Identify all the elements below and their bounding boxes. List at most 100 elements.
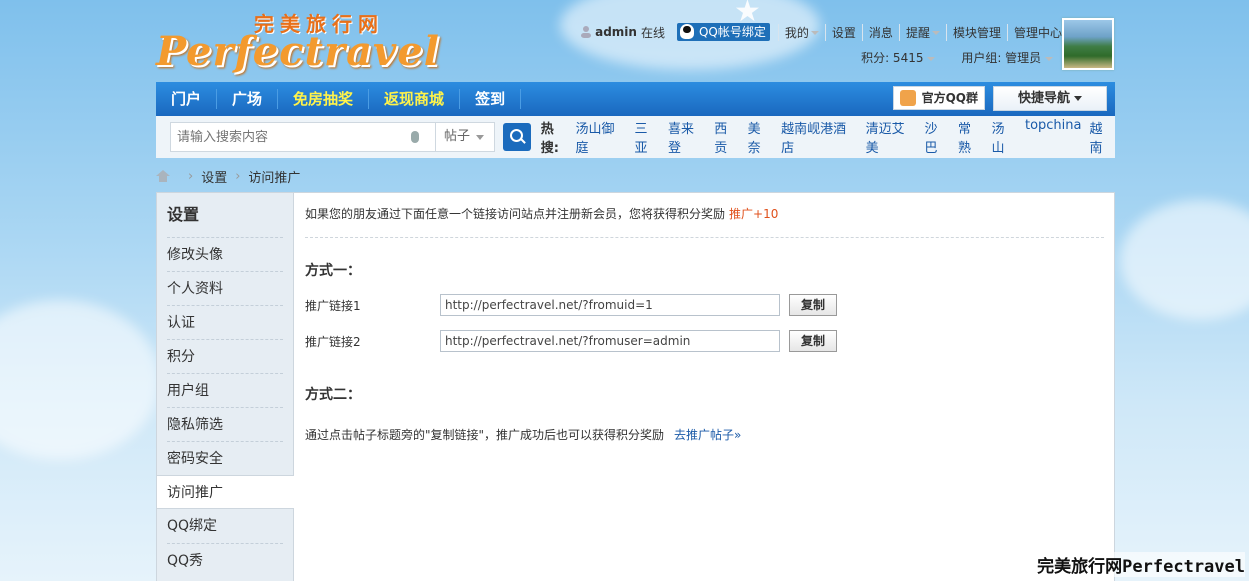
quick-nav-button[interactable]: 快捷导航 [993, 86, 1107, 111]
menu-settings[interactable]: 设置 [824, 23, 862, 41]
content-panel: 设置 修改头像 个人资料 认证 积分 用户组 隐私筛选 密码安全 访问推广 QQ… [156, 192, 1115, 581]
method-two-title: 方式二： [305, 387, 361, 403]
search-type-label: 帖子 [443, 129, 470, 144]
intro-text: 如果您的朋友通过下面任意一个链接访问站点并注册新会员，您将获得积分奖励 [305, 207, 726, 221]
breadcrumb-current: 访问推广 [248, 170, 301, 186]
user-icon [581, 26, 592, 38]
quick-nav-label: 快捷导航 [1017, 91, 1070, 106]
promo-link-row: 推广链接1 复制 [305, 294, 1104, 316]
menu-my-label: 我的 [784, 25, 809, 40]
hot-word[interactable]: 喜来登 [668, 118, 706, 156]
promo-link-row: 推广链接2 复制 [305, 330, 1104, 352]
user-toolbar: admin 在线 QQ帐号绑定 我的 设置 消息 提醒 模块管理 管理中心 退出 [581, 22, 1105, 42]
promo-link-label: 推广链接2 [305, 334, 361, 349]
avatar[interactable] [1062, 18, 1114, 70]
chevron-down-icon [931, 31, 940, 35]
hot-word[interactable]: 越南 [1090, 118, 1115, 156]
nav-item-cashback-mall[interactable]: 返现商城 [369, 89, 461, 109]
menu-module-manage[interactable]: 模块管理 [945, 23, 1007, 41]
qq-group-label: 官方QQ群 [921, 91, 978, 105]
search-type-select[interactable]: 帖子 [435, 122, 496, 152]
hot-word[interactable]: 西贡 [714, 118, 739, 156]
chevron-down-icon [476, 135, 485, 140]
cloud-decoration [1120, 200, 1249, 320]
username[interactable]: admin [595, 25, 637, 39]
hot-word[interactable]: 沙巴 [925, 118, 950, 156]
promo-link-field[interactable] [440, 294, 780, 316]
logo-english: Perfectravel [156, 28, 440, 75]
points-label: 积分: 5415 [861, 51, 924, 65]
sidebar-item-usergroup[interactable]: 用户组 [167, 373, 283, 407]
breadcrumb-separator: › [235, 168, 241, 184]
sidebar-title: 设置 [167, 205, 200, 224]
sidebar-item-verify[interactable]: 认证 [167, 305, 283, 339]
qq-group-button[interactable]: 官方QQ群 [892, 86, 985, 110]
chevron-down-icon [1045, 56, 1053, 61]
copy-button[interactable]: 复制 [789, 330, 837, 352]
sidebar-item-security[interactable]: 密码安全 [167, 441, 283, 475]
qq-bind-label: QQ帐号绑定 [698, 25, 766, 39]
breadcrumb: › 设置 › 访问推广 [156, 166, 1115, 186]
sidebar-item-points[interactable]: 积分 [167, 339, 283, 373]
menu-messages[interactable]: 消息 [861, 23, 899, 41]
qq-group-icon [899, 90, 916, 106]
promote-posts-link[interactable]: 去推广帖子» [674, 428, 741, 442]
search-button[interactable] [503, 123, 531, 151]
watermark: 完美旅行网Perfectravel [1037, 552, 1245, 577]
online-status: 在线 [640, 25, 665, 40]
method-one-title: 方式一： [305, 263, 361, 279]
qq-penguin-icon [679, 24, 694, 39]
hot-word[interactable]: 汤山 [992, 118, 1017, 156]
chevron-down-icon [927, 56, 936, 61]
search-input[interactable] [171, 123, 411, 151]
settings-sidebar: 设置 修改头像 个人资料 认证 积分 用户组 隐私筛选 密码安全 访问推广 QQ… [157, 193, 294, 581]
method-two-text: 通过点击帖子标题旁的"复制链接"，推广成功后也可以获得积分奖励 去推广帖子» [305, 426, 1104, 443]
hot-word[interactable]: 美奈 [748, 118, 773, 156]
microphone-icon[interactable] [411, 131, 419, 143]
sidebar-item-profile[interactable]: 个人资料 [167, 271, 283, 305]
hot-word[interactable]: 三亚 [634, 118, 659, 156]
promo-link-field[interactable] [440, 330, 780, 352]
home-icon[interactable] [156, 170, 170, 182]
promotion-content: 如果您的朋友通过下面任意一个链接访问站点并注册新会员，您将获得积分奖励 推广+10… [305, 193, 1104, 443]
breadcrumb-settings[interactable]: 设置 [201, 167, 227, 186]
chevron-down-icon [1074, 96, 1082, 101]
search-box [170, 122, 436, 152]
cloud-decoration [0, 300, 160, 460]
menu-reminders[interactable]: 提醒 [898, 23, 946, 41]
sidebar-item-avatar[interactable]: 修改头像 [167, 237, 283, 271]
breadcrumb-separator: › [188, 168, 194, 184]
promotion-intro: 如果您的朋友通过下面任意一个链接访问站点并注册新会员，您将获得积分奖励 推广+10 [305, 205, 1104, 238]
reward-badge: 推广+10 [729, 207, 779, 221]
copy-button[interactable]: 复制 [789, 294, 837, 316]
method-two-description: 通过点击帖子标题旁的"复制链接"，推广成功后也可以获得积分奖励 [305, 428, 665, 442]
hot-search-label: 热搜: [540, 122, 559, 156]
sidebar-item-qq-bind[interactable]: QQ绑定 [167, 509, 283, 543]
menu-my[interactable]: 我的 [777, 23, 825, 41]
hot-word[interactable]: 汤山御庭 [576, 118, 627, 156]
points-dropdown[interactable]: 积分: 5415 [861, 49, 936, 66]
user-stats: 积分: 5415 用户组: 管理员 [861, 49, 1053, 66]
main-nav: 门户 广场 免房抽奖 返现商城 签到 官方QQ群 快捷导航 [156, 82, 1115, 116]
sidebar-item-qq-show[interactable]: QQ秀 [167, 543, 283, 577]
sidebar-item-promotion[interactable]: 访问推广 [157, 475, 294, 509]
hot-word[interactable]: 越南岘港酒店 [781, 118, 857, 156]
menu-reminders-label: 提醒 [905, 25, 930, 40]
chevron-down-icon [810, 31, 819, 35]
usergroup-dropdown[interactable]: 用户组: 管理员 [961, 49, 1053, 66]
site-logo[interactable]: 完美旅行网 Perfectravel [156, 6, 486, 76]
menu-admin-center[interactable]: 管理中心 [1006, 23, 1068, 41]
nav-item-checkin[interactable]: 签到 [460, 89, 522, 109]
search-bar: 帖子 热搜: 汤山御庭 三亚 喜来登 西贡 美奈 越南岘港酒店 清迈艾美 沙巴 … [156, 116, 1115, 158]
qq-bind-button[interactable]: QQ帐号绑定 [676, 23, 770, 41]
nav-item-free-room-lottery[interactable]: 免房抽奖 [278, 89, 370, 109]
hot-word[interactable]: 常熟 [958, 118, 983, 156]
promo-link-label: 推广链接1 [305, 298, 361, 313]
sidebar-item-privacy[interactable]: 隐私筛选 [167, 407, 283, 441]
nav-item-portal[interactable]: 门户 [156, 89, 218, 109]
hot-word[interactable]: topchina [1025, 118, 1082, 156]
hot-word[interactable]: 清迈艾美 [866, 118, 917, 156]
usergroup-label: 用户组: 管理员 [961, 51, 1042, 65]
hot-search-list: 汤山御庭 三亚 喜来登 西贡 美奈 越南岘港酒店 清迈艾美 沙巴 常熟 汤山 t… [576, 118, 1115, 156]
nav-item-square[interactable]: 广场 [217, 89, 279, 109]
